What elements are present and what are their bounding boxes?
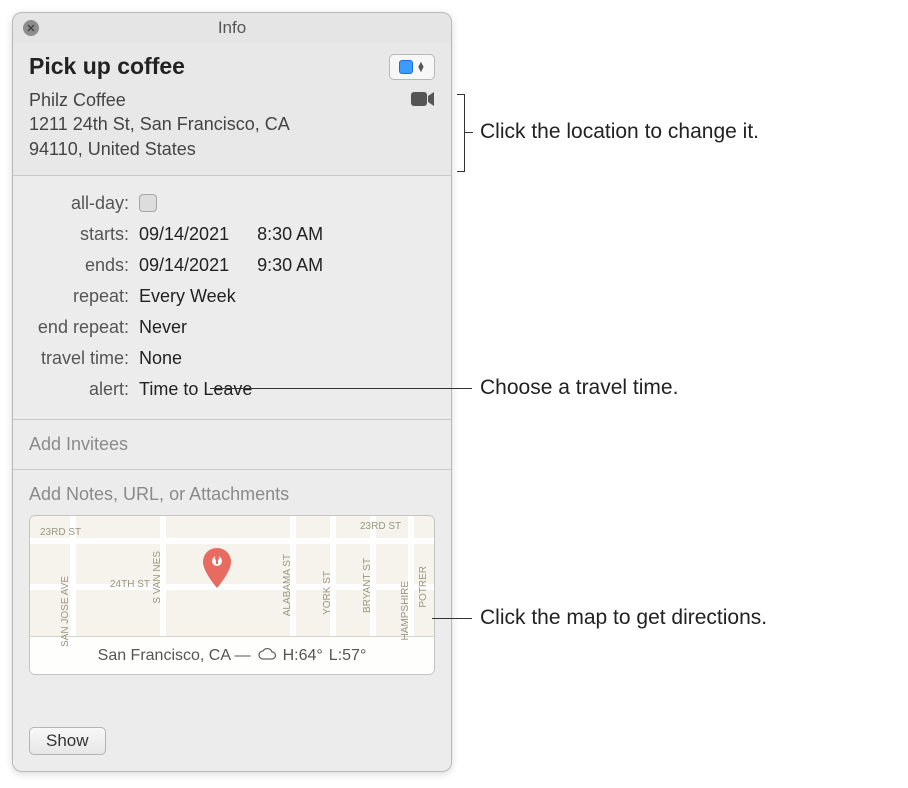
- weather-high: H:64°: [283, 647, 323, 665]
- endrepeat-row: end repeat: Never: [29, 312, 435, 343]
- weather-low: L:57°: [329, 647, 367, 665]
- street-label: 23RD ST: [40, 527, 81, 538]
- chevron-updown-icon: ▲▼: [417, 62, 426, 72]
- repeat-row: repeat: Every Week: [29, 281, 435, 312]
- repeat-value[interactable]: Every Week: [139, 286, 236, 307]
- window-title: Info: [13, 18, 451, 38]
- allday-checkbox[interactable]: [139, 194, 157, 212]
- allday-row: all-day:: [29, 188, 435, 219]
- starts-row: starts: 09/14/2021 8:30 AM: [29, 219, 435, 250]
- close-button[interactable]: [23, 20, 39, 36]
- street-label: ALABAMA ST: [282, 554, 293, 616]
- cloud-icon: [257, 647, 277, 666]
- video-call-icon[interactable]: [411, 90, 435, 113]
- street-label: S VAN NES: [152, 551, 163, 604]
- street-label: 24TH ST: [110, 579, 150, 590]
- travel-label: travel time:: [29, 348, 139, 369]
- street-label: 23RD ST: [360, 521, 401, 532]
- alert-row: alert: Time to Leave: [29, 374, 435, 405]
- callout-location: Click the location to change it.: [480, 120, 759, 144]
- street-label: SAN JOSE AVE: [60, 576, 71, 647]
- ends-row: ends: 09/14/2021 9:30 AM: [29, 250, 435, 281]
- street-label: POTRER: [418, 566, 429, 608]
- alert-value[interactable]: Time to Leave: [139, 379, 252, 400]
- endrepeat-label: end repeat:: [29, 317, 139, 338]
- header-section: Pick up coffee ▲▼ Philz Coffee 1211 24th…: [13, 43, 451, 176]
- callout-travel: Choose a travel time.: [480, 376, 678, 400]
- travel-value[interactable]: None: [139, 348, 182, 369]
- notes-placeholder[interactable]: Add Notes, URL, or Attachments: [29, 484, 435, 505]
- ends-date[interactable]: 09/14/2021: [139, 255, 229, 276]
- callout-line: [432, 618, 472, 619]
- map-pin-icon: [202, 548, 232, 598]
- ends-time[interactable]: 9:30 AM: [257, 255, 323, 276]
- endrepeat-value[interactable]: Never: [139, 317, 187, 338]
- street-label: BRYANT ST: [362, 558, 373, 613]
- weather-bar: San Francisco, CA — H:64° L:57°: [30, 636, 434, 675]
- calendar-color-swatch: [399, 60, 413, 74]
- callout-bracket: [457, 94, 465, 172]
- starts-label: starts:: [29, 224, 139, 245]
- map-canvas: 23RD ST 23RD ST 24TH ST SAN JOSE AVE S V…: [30, 516, 434, 636]
- alert-label: alert:: [29, 379, 139, 400]
- titlebar: Info: [13, 13, 451, 43]
- add-invitees-placeholder: Add Invitees: [29, 434, 128, 454]
- travel-row: travel time: None: [29, 343, 435, 374]
- starts-time[interactable]: 8:30 AM: [257, 224, 323, 245]
- datetime-section: all-day: starts: 09/14/2021 8:30 AM ends…: [13, 176, 451, 420]
- show-button[interactable]: Show: [29, 727, 106, 755]
- callout-line: [210, 388, 472, 389]
- event-info-window: Info Pick up coffee ▲▼ Philz Coffee 1211…: [12, 12, 452, 772]
- event-title[interactable]: Pick up coffee: [29, 53, 185, 80]
- notes-section: Add Notes, URL, or Attachments 23RD ST 2…: [13, 470, 451, 715]
- invitees-section[interactable]: Add Invitees: [13, 420, 451, 470]
- footer: Show: [13, 715, 451, 771]
- weather-location: San Francisco, CA —: [98, 647, 251, 665]
- allday-label: all-day:: [29, 193, 139, 214]
- starts-date[interactable]: 09/14/2021: [139, 224, 229, 245]
- callout-map: Click the map to get directions.: [480, 606, 767, 630]
- event-location[interactable]: Philz Coffee 1211 24th St, San Francisco…: [29, 88, 290, 161]
- callout-line: [465, 132, 473, 133]
- calendar-color-picker[interactable]: ▲▼: [389, 54, 435, 80]
- ends-label: ends:: [29, 255, 139, 276]
- street-label: HAMPSHIRE: [400, 581, 411, 640]
- map-preview[interactable]: 23RD ST 23RD ST 24TH ST SAN JOSE AVE S V…: [29, 515, 435, 675]
- repeat-label: repeat:: [29, 286, 139, 307]
- street-label: YORK ST: [322, 571, 333, 615]
